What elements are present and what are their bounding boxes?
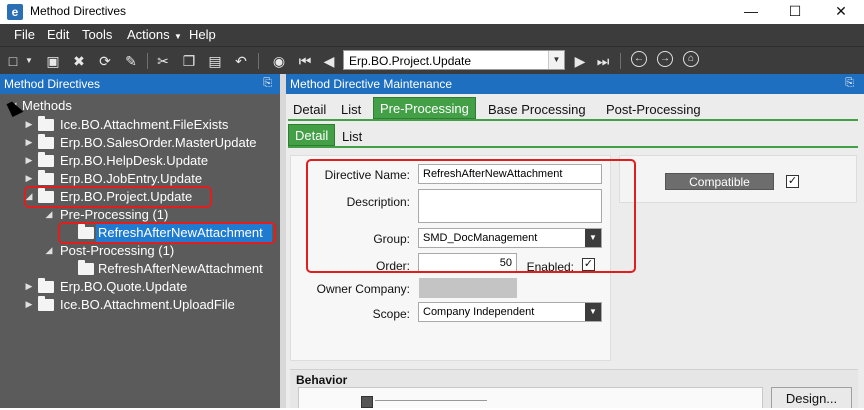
binoculars-icon[interactable]: ◉ [270,52,288,70]
forward-icon[interactable]: → [657,51,673,67]
subtab-underline [288,146,858,148]
folder-icon [38,278,54,293]
annotation-box [58,222,276,244]
close-icon[interactable]: ✕ [818,0,864,24]
folder-icon [38,116,54,131]
home-icon[interactable]: ⌂ [683,51,699,67]
title-bar: e Method Directives — ☐ ✕ [0,0,864,24]
maximize-icon[interactable]: ☐ [772,0,818,24]
first-record-icon[interactable]: ⏮ [296,52,314,70]
folder-icon [38,152,54,167]
right-panel-title: Method Directive Maintenance [290,77,453,91]
menu-file[interactable]: File [14,27,35,42]
subtab-list[interactable]: List [342,126,362,148]
owner-company-field-redacted [419,278,517,298]
expand-icon[interactable]: ▶ [24,173,34,184]
folder-icon [38,170,54,185]
compatible-button[interactable]: Compatible [665,173,774,190]
window-title: Method Directives [30,4,127,18]
toolbar-separator [620,53,621,69]
menu-help[interactable]: Help [189,27,216,42]
save-icon[interactable]: ▣ [44,52,62,70]
folder-icon [38,134,54,149]
design-button[interactable]: Design... [771,387,852,408]
collapse-icon[interactable]: ◢ [44,245,54,256]
refresh-icon[interactable]: ⟳ [96,52,114,70]
menu-actions[interactable]: Actions [127,27,170,42]
cut-icon[interactable]: ✂ [154,52,172,70]
compatible-checkbox[interactable]: ✓ [786,175,799,188]
annotation-box [306,159,636,273]
behavior-label: Behavior [296,373,348,387]
new-dropdown-icon[interactable]: ▼ [20,52,38,70]
previous-record-icon[interactable]: ◀ [320,52,338,70]
minimize-icon[interactable]: — [728,0,774,24]
expand-icon[interactable]: ▶ [24,119,34,130]
method-selector[interactable]: Erp.BO.Project.Update ▼ [343,50,565,70]
scope-select[interactable]: Company Independent ▼ [418,302,602,322]
tab-detail[interactable]: Detail [293,99,326,121]
tab-pre-processing[interactable]: Pre-Processing [373,97,476,119]
left-panel-title: Method Directives [4,77,101,91]
collapse-icon[interactable]: ◢ [44,209,54,220]
tab-post-processing[interactable]: Post-Processing [606,99,701,121]
next-record-icon[interactable]: ▶ [571,52,589,70]
method-selector-value: Erp.BO.Project.Update [349,54,472,68]
folder-icon [78,260,94,275]
expand-icon[interactable]: ▶ [24,155,34,166]
actions-arrow-icon: ▼ [174,32,182,41]
scope-label: Scope: [372,307,410,321]
clear-icon[interactable]: ✎ [122,52,140,70]
subtab-detail[interactable]: Detail [288,124,336,146]
undo-icon[interactable]: ↶ [232,52,250,70]
menu-tools[interactable]: Tools [82,27,112,42]
expand-icon[interactable]: ▶ [24,137,34,148]
flag-icon [361,396,373,408]
chevron-down-icon[interactable]: ▼ [585,303,601,321]
menu-edit[interactable]: Edit [47,27,69,42]
behavior-designer-area[interactable] [298,387,763,408]
right-panel-header: Method Directive Maintenance ⎘ [286,74,864,94]
owner-company-label: Owner Company: [316,282,410,296]
pin-icon[interactable]: ⎘ [263,77,272,90]
menu-bar: File Edit Tools Actions ▼ Help [0,24,864,46]
app-icon: e [7,4,23,20]
folder-icon [38,296,54,311]
toolbar-separator [258,53,259,69]
copy-icon[interactable]: ❐ [180,52,198,70]
expand-icon[interactable]: ▶ [24,281,34,292]
tab-base-processing[interactable]: Base Processing [488,99,586,121]
pin-icon[interactable]: ⎘ [845,77,854,90]
toolbar-separator [147,53,148,69]
annotation-box [24,186,212,208]
connector-line [375,400,487,401]
back-icon[interactable]: ← [631,51,647,67]
left-panel-header: Method Directives ⎘ [0,74,280,94]
chevron-down-icon[interactable]: ▼ [548,51,564,69]
scope-select-value: Company Independent [423,306,535,318]
tab-list[interactable]: List [341,99,361,121]
delete-icon[interactable]: ✖ [70,52,88,70]
last-record-icon[interactable]: ⏭ [594,52,612,70]
expand-icon[interactable]: ▶ [24,299,34,310]
tab-underline [288,119,858,121]
paste-icon[interactable]: ▤ [206,52,224,70]
